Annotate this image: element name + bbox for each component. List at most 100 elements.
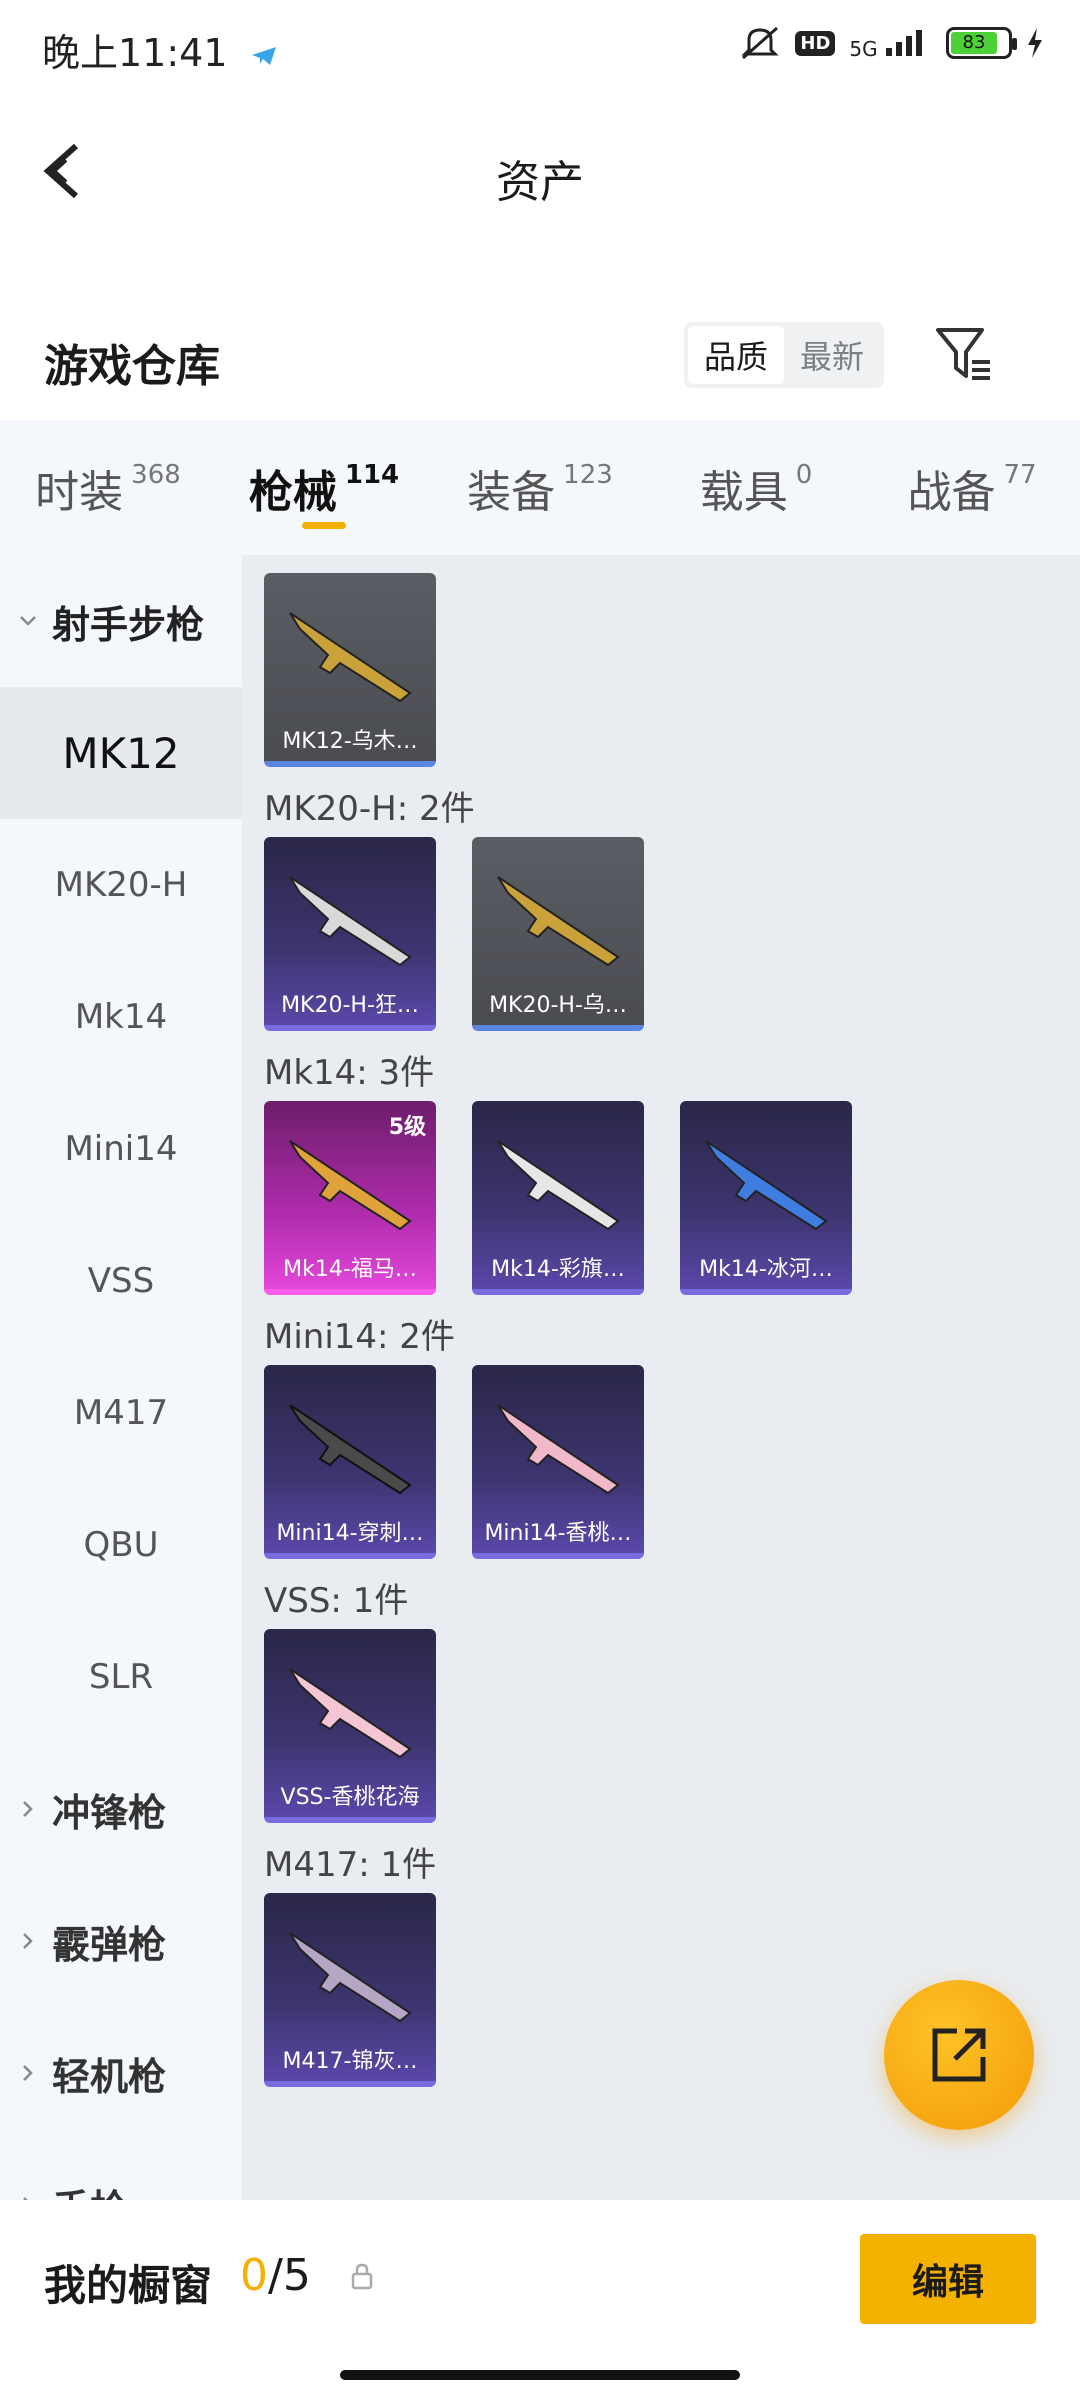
- sort-quality-button[interactable]: 品质: [688, 326, 784, 384]
- weapon-name: MK20-H-狂…: [281, 993, 419, 1018]
- weapon-grid: MK12-乌木… MK20-H: 2件 MK20-H-狂… MK20-H-乌… …: [242, 555, 1080, 2200]
- weapon-card[interactable]: VSS-香桃花海: [264, 1629, 436, 1823]
- rifle-icon: [497, 1140, 620, 1231]
- section-label: Mini14: 2件: [264, 1316, 455, 1357]
- sidebar-item-mk12[interactable]: MK12: [0, 687, 242, 819]
- filter-icon[interactable]: [932, 322, 996, 386]
- rifle-icon: [497, 1404, 620, 1495]
- tab-label: 枪械: [248, 467, 337, 518]
- chevron-right-icon: [23, 1801, 33, 1817]
- chevron-right-icon: [23, 1933, 33, 1949]
- tab-count: 368: [131, 460, 181, 490]
- chevron-right-icon: [23, 2065, 33, 2081]
- mute-icon: [741, 26, 780, 60]
- battery-icon: 83: [946, 27, 1017, 59]
- sidebar-group-smg[interactable]: 冲锋枪: [0, 1743, 242, 1875]
- weapon-name: MK20-H-乌…: [489, 993, 627, 1018]
- hd-badge: HD: [795, 30, 836, 56]
- weapon-card[interactable]: Mini14-香桃…: [472, 1365, 644, 1559]
- showcase-slash: /: [268, 2250, 283, 2301]
- warehouse-row: 游戏仓库 品质 最新: [0, 300, 1080, 410]
- edit-button[interactable]: 编辑: [860, 2234, 1036, 2324]
- rifle-icon: [705, 1140, 828, 1231]
- showcase-count: 0/5: [240, 2250, 311, 2301]
- level-badge: 5级: [388, 1115, 426, 1140]
- weapon-name: VSS-香桃花海: [280, 1785, 420, 1810]
- sidebar-item-mini14[interactable]: Mini14: [0, 1083, 242, 1215]
- tab-supplies[interactable]: 战备 77: [864, 420, 1080, 555]
- section-mk12: MK12-乌木…: [264, 573, 1080, 767]
- status-bar: 晚上11:41 HD 5G 83: [0, 0, 1080, 96]
- weapon-card[interactable]: M417-锦灰…: [264, 1893, 436, 2087]
- sidebar-item-mk20h[interactable]: MK20-H: [0, 819, 242, 951]
- sidebar-group-lmg[interactable]: 轻机枪: [0, 2007, 242, 2139]
- sidebar-item-qbu[interactable]: QBU: [0, 1479, 242, 1611]
- share-floating-button[interactable]: [884, 1980, 1034, 2130]
- weapon-name: Mk14-彩旗…: [491, 1257, 625, 1282]
- section-vss: VSS-香桃花海: [264, 1629, 1080, 1823]
- tab-fashion[interactable]: 时装 368: [0, 420, 216, 555]
- weapon-card[interactable]: MK20-H-乌…: [472, 837, 644, 1031]
- weapon-name: MK12-乌木…: [282, 729, 418, 754]
- battery-level: 83: [951, 32, 997, 54]
- section-mk20h: MK20-H-狂… MK20-H-乌…: [264, 837, 1080, 1031]
- sidebar-group-label: 轻机枪: [52, 2054, 167, 2099]
- sidebar-item-m417[interactable]: M417: [0, 1347, 242, 1479]
- weapon-sidebar: 射手步枪 MK12 MK20-H Mk14 Mini14 VSS M417 QB…: [0, 555, 242, 2200]
- weapon-card[interactable]: MK20-H-狂…: [264, 837, 436, 1031]
- section-label: Mk14: 3件: [264, 1052, 435, 1093]
- sidebar-group-shotgun[interactable]: 霰弹枪: [0, 1875, 242, 2007]
- weapon-card[interactable]: Mk14-彩旗…: [472, 1101, 644, 1295]
- tab-count: 123: [563, 460, 613, 490]
- tab-count: 114: [344, 460, 400, 490]
- sidebar-group-label: 射手步枪: [52, 602, 205, 647]
- sidebar-group-pistol[interactable]: 手枪: [0, 2139, 242, 2200]
- weapon-card[interactable]: 5级 Mk14-福马…: [264, 1101, 436, 1295]
- weapon-name: Mk14-冰河…: [699, 1257, 833, 1282]
- weapon-card[interactable]: Mini14-穿刺…: [264, 1365, 436, 1559]
- bottom-bar: 我的橱窗 0/5 编辑: [0, 2200, 1080, 2400]
- share-icon: [932, 2028, 986, 2082]
- tab-underline: [302, 522, 346, 529]
- sort-newest-button[interactable]: 最新: [784, 326, 880, 384]
- telegram-icon: [251, 46, 276, 65]
- rifle-icon: [289, 1932, 412, 2023]
- page-title: 资产: [496, 157, 584, 208]
- sidebar-group-label: 手枪: [52, 2178, 128, 2201]
- weapon-name: Mk14-福马…: [283, 1257, 417, 1282]
- sidebar-item-slr[interactable]: SLR: [0, 1611, 242, 1743]
- tab-firearms[interactable]: 枪械 114: [216, 420, 432, 555]
- tab-equipment[interactable]: 装备 123: [432, 420, 648, 555]
- tab-vehicles[interactable]: 载具 0: [648, 420, 864, 555]
- signal-bars-icon: [886, 29, 922, 56]
- tab-label: 战备: [907, 467, 996, 518]
- sidebar-item-mk14[interactable]: Mk14: [0, 951, 242, 1083]
- status-time: 晚上11:41: [42, 22, 278, 77]
- rifle-icon: [289, 1668, 412, 1759]
- sidebar-item-vss[interactable]: VSS: [0, 1215, 242, 1347]
- time-text: 晚上11:41: [42, 31, 228, 75]
- sidebar-group-label: 冲锋枪: [52, 1790, 167, 1835]
- weapon-name: Mini14-穿刺…: [276, 1521, 424, 1546]
- weapon-card[interactable]: Mk14-冰河…: [680, 1101, 852, 1295]
- network-type: 5G: [849, 36, 878, 61]
- tab-count: 77: [1003, 460, 1037, 490]
- chevron-down-icon: [20, 616, 36, 626]
- category-tabs: 时装 368 枪械 114 装备 123 载具 0 战备 77: [0, 420, 1080, 555]
- section-label: MK20-H: 2件: [264, 788, 475, 829]
- section-mini14: Mini14-穿刺… Mini14-香桃…: [264, 1365, 1080, 1559]
- home-indicator[interactable]: [340, 2370, 740, 2380]
- section-label: M417: 1件: [264, 1844, 437, 1885]
- sidebar-group-dmr[interactable]: 射手步枪: [0, 555, 242, 687]
- signal-icon: 5G: [849, 28, 932, 59]
- rifle-icon: [289, 612, 412, 703]
- weapon-name: M417-锦灰…: [282, 2049, 418, 2074]
- sort-segmented-control: 品质 最新: [684, 322, 884, 388]
- tab-label: 载具: [699, 467, 788, 518]
- weapon-name: Mini14-香桃…: [484, 1521, 632, 1546]
- sidebar-group-label: 霰弹枪: [52, 1922, 167, 1967]
- weapon-card[interactable]: MK12-乌木…: [264, 573, 436, 767]
- tab-label: 装备: [467, 467, 556, 518]
- charging-icon: [1028, 28, 1042, 58]
- warehouse-title: 游戏仓库: [44, 341, 220, 392]
